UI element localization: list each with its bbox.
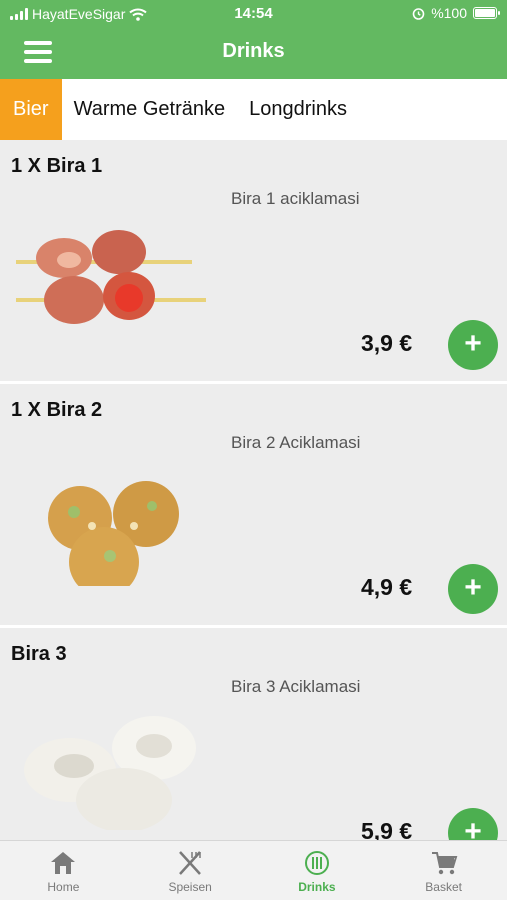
tab-bier[interactable]: Bier (0, 79, 62, 140)
product-price: 3,9 € (361, 330, 413, 356)
nav-label: Basket (425, 880, 462, 894)
alarm-icon (412, 7, 425, 20)
status-bar: HayatEveSigar 14:54 %100 (0, 0, 507, 28)
bottom-navigation: Home Speisen Drinks Basket (0, 840, 507, 900)
home-icon (51, 852, 76, 874)
add-to-basket-button[interactable]: + (448, 320, 498, 370)
product-list: 1 X Bira 1 Bira 1 aciklamasi 3,9 € + 1 X… (0, 140, 507, 840)
app-header: HayatEveSigar 14:54 %100 Drinks (0, 0, 507, 79)
product-image (16, 230, 206, 324)
product-card[interactable]: Bira 3 Bira 3 Aciklamasi 5,9 € + (0, 628, 507, 840)
product-name: 1 X Bira 2 (11, 399, 103, 421)
battery-percent: %100 (431, 5, 467, 21)
product-description: Bira 1 aciklamasi (231, 189, 360, 208)
nav-label: Drinks (298, 880, 336, 894)
nav-speisen[interactable]: Speisen (127, 841, 254, 900)
product-price: 5,9 € (361, 818, 413, 840)
product-card[interactable]: 1 X Bira 2 Bira 2 Aciklamasi 4,9 € + (0, 384, 507, 628)
product-description: Bira 3 Aciklamasi (231, 677, 361, 696)
add-to-basket-button[interactable]: + (448, 808, 498, 840)
nav-label: Home (47, 880, 80, 894)
battery-icon (473, 7, 500, 19)
product-image (24, 716, 196, 830)
product-card[interactable]: 1 X Bira 1 Bira 1 aciklamasi 3,9 € + (0, 140, 507, 384)
nav-label: Speisen (168, 880, 212, 894)
nav-basket[interactable]: Basket (380, 841, 507, 900)
product-name: Bira 3 (11, 643, 67, 665)
nav-home[interactable]: Home (0, 841, 127, 900)
tab-longdrinks[interactable]: Longdrinks (237, 79, 359, 140)
category-tabs: Bier Warme Getränke Longdrinks (0, 79, 507, 140)
fork-knife-icon (179, 851, 202, 875)
nav-drinks[interactable]: Drinks (254, 841, 381, 900)
product-price: 4,9 € (361, 574, 413, 600)
cart-icon (431, 852, 457, 875)
product-name: 1 X Bira 1 (11, 155, 103, 177)
add-to-basket-button[interactable]: + (448, 564, 498, 614)
tab-warme-getraenke[interactable]: Warme Getränke (62, 79, 238, 140)
drinks-icon (304, 851, 329, 875)
product-image (48, 481, 179, 586)
page-title: Drinks (222, 40, 285, 62)
product-description: Bira 2 Aciklamasi (231, 433, 361, 452)
